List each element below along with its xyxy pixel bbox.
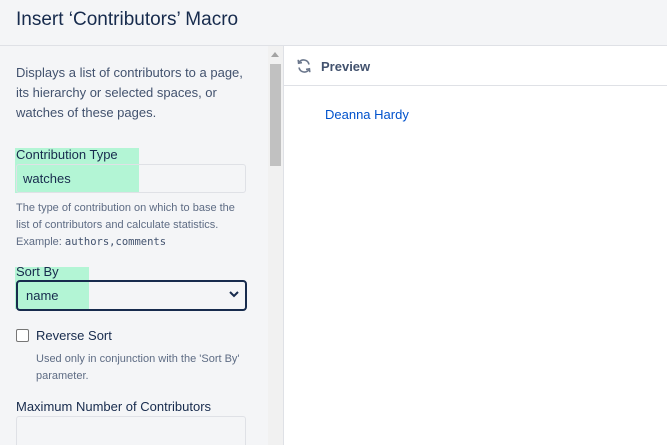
contribution-type-input[interactable]	[16, 164, 246, 193]
preview-header: Preview	[284, 46, 667, 86]
refresh-icon[interactable]	[296, 58, 312, 74]
max-contributors-input[interactable]	[16, 416, 246, 445]
sort-by-selected-value: name	[26, 288, 59, 303]
reverse-sort-label[interactable]: Reverse Sort	[36, 328, 112, 343]
sort-by-select[interactable]: name	[16, 280, 247, 311]
preview-panel: Preview Deanna Hardy	[284, 46, 667, 445]
preview-title: Preview	[321, 59, 371, 74]
macro-description: Displays a list of contributors to a pag…	[16, 65, 243, 120]
dialog-header: Insert ‘Contributors’ Macro	[0, 0, 667, 46]
reverse-sort-checkbox[interactable]	[16, 329, 29, 342]
dialog-title: Insert ‘Contributors’ Macro	[16, 9, 239, 30]
macro-parameters-panel: Displays a list of contributors to a pag…	[0, 46, 284, 445]
scroll-up-arrow[interactable]	[271, 52, 279, 57]
sort-by-label: Sort By	[16, 264, 59, 279]
contributor-link[interactable]: Deanna Hardy	[325, 107, 409, 122]
contribution-type-help: The type of contribution on which to bas…	[16, 200, 250, 251]
reverse-sort-help: Used only in conjunction with the 'Sort …	[36, 353, 240, 382]
chevron-down-icon	[229, 291, 239, 298]
contribution-type-label: Contribution Type	[16, 147, 118, 162]
max-contributors-label: Maximum Number of Contributors	[16, 399, 212, 414]
scrollbar[interactable]	[268, 46, 283, 445]
scroll-thumb[interactable]	[270, 64, 281, 166]
contribution-type-help-example: authors,comments	[64, 236, 167, 248]
